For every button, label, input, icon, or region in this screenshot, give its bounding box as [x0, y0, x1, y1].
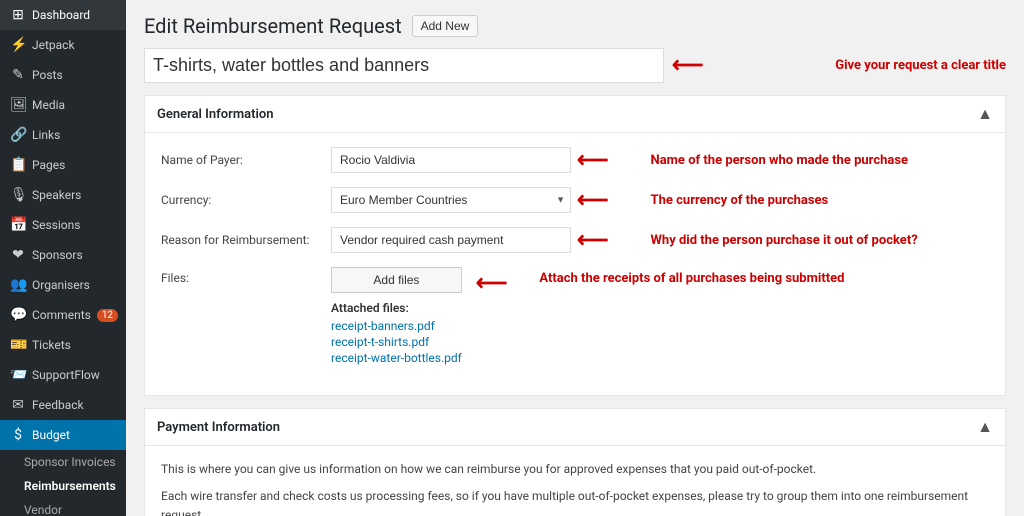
sidebar-item-organisers[interactable]: 👥 Organisers	[0, 270, 126, 300]
add-files-button[interactable]: Add files	[331, 267, 462, 293]
file-link-2[interactable]: receipt-water-bottles.pdf	[331, 351, 462, 365]
payer-label: Name of Payer:	[161, 153, 331, 167]
sidebar-item-supportflow[interactable]: 📨 SupportFlow	[0, 360, 126, 390]
supportflow-icon: 📨	[10, 367, 26, 383]
reason-row: Reason for Reimbursement: ⟵ Why did the …	[161, 227, 989, 253]
sidebar-item-media[interactable]: 🖼 Media	[0, 90, 126, 120]
jetpack-icon: ⚡	[10, 37, 26, 53]
sidebar-item-sponsors[interactable]: ❤ Sponsors	[0, 240, 126, 270]
sponsors-icon: ❤	[10, 247, 26, 263]
currency-arrow-icon: ⟵	[577, 188, 609, 213]
media-icon: 🖼	[10, 97, 26, 113]
speakers-icon: 🎙	[10, 187, 26, 203]
sidebar-item-links[interactable]: 🔗 Links	[0, 120, 126, 150]
general-info-panel-header: General Information ▲	[145, 96, 1005, 133]
sidebar-item-feedback[interactable]: ✉ Feedback	[0, 390, 126, 420]
links-icon: 🔗	[10, 127, 26, 143]
sidebar-item-speakers[interactable]: 🎙 Speakers	[0, 180, 126, 210]
currency-label: Currency:	[161, 193, 331, 207]
files-row: Files: Add files Attached files: receipt…	[161, 267, 989, 367]
title-input[interactable]	[144, 48, 664, 83]
files-content: Add files Attached files: receipt-banner…	[331, 267, 462, 367]
sidebar-sub-sponsor-invoices[interactable]: Sponsor Invoices	[0, 450, 126, 474]
sidebar-sub-vendor-payments[interactable]: Vendor Payments	[0, 498, 126, 516]
general-info-title: General Information	[157, 107, 273, 122]
attached-files-label: Attached files:	[331, 301, 462, 315]
general-info-body: Name of Payer: ⟵ Name of the person who …	[145, 133, 1005, 395]
files-arrow-icon: ⟵	[476, 271, 508, 296]
comments-badge: 12	[97, 309, 118, 322]
sidebar-sub-reimbursements[interactable]: Reimbursements	[0, 474, 126, 498]
payment-info-title: Payment Information	[157, 420, 280, 435]
sidebar-item-budget[interactable]: $ Budget	[0, 420, 126, 450]
sidebar-item-posts[interactable]: ✎ Posts	[0, 60, 126, 90]
page-title: Edit Reimbursement Request	[144, 14, 402, 38]
payment-info-body: This is where you can give us informatio…	[145, 446, 1005, 516]
sidebar: ⊞ Dashboard ⚡ Jetpack ✎ Posts 🖼 Media 🔗 …	[0, 0, 126, 516]
currency-select-wrapper: Euro Member Countries	[331, 187, 571, 213]
comments-icon: 💬	[10, 307, 26, 323]
reason-label: Reason for Reimbursement:	[161, 233, 331, 247]
sidebar-item-sessions[interactable]: 📅 Sessions	[0, 210, 126, 240]
sidebar-item-jetpack[interactable]: ⚡ Jetpack	[0, 30, 126, 60]
reason-arrow-icon: ⟵	[577, 228, 609, 253]
payment-panel-collapse-icon[interactable]: ▲	[977, 417, 993, 437]
tickets-icon: 🎫	[10, 337, 26, 353]
main-content: Edit Reimbursement Request Add New ⟵ Giv…	[126, 0, 1024, 516]
currency-annotation: The currency of the purchases	[651, 193, 829, 208]
reason-field-wrap: ⟵ Why did the person purchase it out of …	[331, 227, 918, 253]
payment-text-1: This is where you can give us informatio…	[161, 460, 989, 479]
payment-text-2: Each wire transfer and check costs us pr…	[161, 487, 989, 516]
files-label: Files:	[161, 267, 331, 285]
files-annotation: Attach the receipts of all purchases bei…	[539, 271, 844, 286]
payer-arrow-icon: ⟵	[577, 148, 609, 173]
add-new-button[interactable]: Add New	[412, 15, 479, 37]
sessions-icon: 📅	[10, 217, 26, 233]
general-info-panel: General Information ▲ Name of Payer: ⟵ N…	[144, 95, 1006, 396]
feedback-icon: ✉	[10, 397, 26, 413]
panel-collapse-icon[interactable]: ▲	[977, 104, 993, 124]
organisers-icon: 👥	[10, 277, 26, 293]
pages-icon: 📋	[10, 157, 26, 173]
sidebar-item-comments[interactable]: 💬 Comments 12	[0, 300, 126, 330]
payment-info-panel: Payment Information ▲ This is where you …	[144, 408, 1006, 516]
dashboard-icon: ⊞	[10, 7, 26, 23]
title-arrow-icon: ⟵	[672, 53, 704, 78]
payer-input[interactable]	[331, 147, 571, 173]
sidebar-item-dashboard[interactable]: ⊞ Dashboard	[0, 0, 126, 30]
payment-info-panel-header: Payment Information ▲	[145, 409, 1005, 446]
currency-row: Currency: Euro Member Countries ⟵ The cu…	[161, 187, 989, 213]
reason-annotation: Why did the person purchase it out of po…	[651, 233, 918, 248]
reason-input[interactable]	[331, 227, 571, 253]
files-field-wrap: Add files Attached files: receipt-banner…	[331, 267, 844, 367]
file-link-1[interactable]: receipt-t-shirts.pdf	[331, 335, 462, 349]
budget-icon: $	[10, 427, 26, 443]
file-link-0[interactable]: receipt-banners.pdf	[331, 319, 462, 333]
sidebar-item-pages[interactable]: 📋 Pages	[0, 150, 126, 180]
page-header: Edit Reimbursement Request Add New	[144, 14, 1006, 38]
attached-files-section: Attached files: receipt-banners.pdf rece…	[331, 301, 462, 367]
currency-select[interactable]: Euro Member Countries	[331, 187, 571, 213]
payer-field-wrap: ⟵ Name of the person who made the purcha…	[331, 147, 908, 173]
title-row: ⟵ Give your request a clear title	[144, 48, 1006, 83]
payer-row: Name of Payer: ⟵ Name of the person who …	[161, 147, 989, 173]
posts-icon: ✎	[10, 67, 26, 83]
currency-field-wrap: Euro Member Countries ⟵ The currency of …	[331, 187, 828, 213]
payer-annotation: Name of the person who made the purchase	[651, 153, 908, 168]
title-annotation: Give your request a clear title	[835, 58, 1006, 73]
sidebar-item-tickets[interactable]: 🎫 Tickets	[0, 330, 126, 360]
